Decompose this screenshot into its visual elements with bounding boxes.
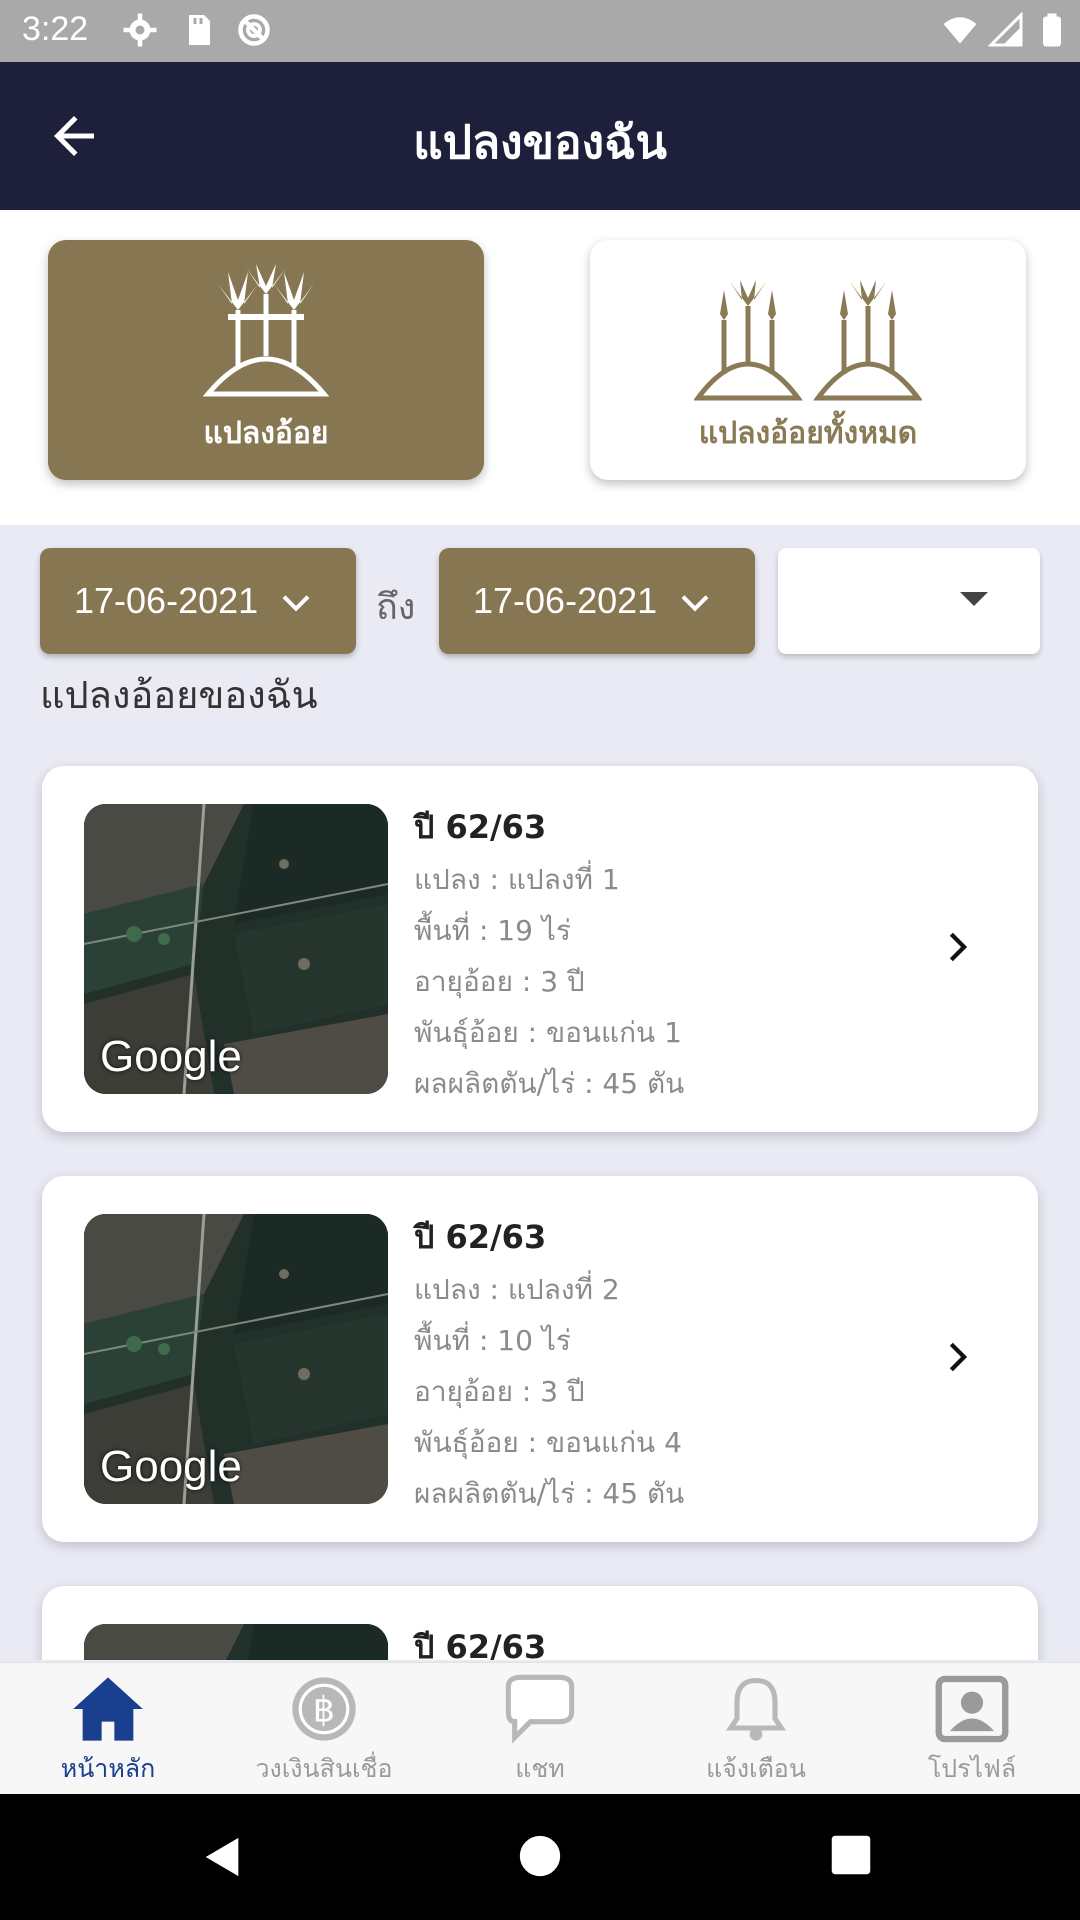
satellite-map-thumbnail xyxy=(84,1624,388,1660)
section-title: แปลงอ้อยของฉัน xyxy=(40,673,318,717)
date-to-value: 17-06-2021 xyxy=(473,580,658,621)
nav-notifications[interactable]: แจ้งเตือน xyxy=(648,1663,864,1795)
map-attribution: Google xyxy=(100,1032,242,1081)
card-year: ปี 62/63 xyxy=(414,1628,547,1660)
dropdown-triangle-icon xyxy=(960,592,988,606)
nav-chat-label: แชท xyxy=(515,1754,565,1783)
plot-type-toggle: แปลงอ้อย แปลงอ้อยทั้งหมด xyxy=(0,210,1080,525)
plot-list: Google ปี 62/63 แปลง : แปลงที่ 1 พื้นที่… xyxy=(0,760,1080,1660)
card-year: ปี 62/63 xyxy=(414,808,547,846)
sugarcane-plot-icon xyxy=(202,264,330,397)
home-icon xyxy=(73,1677,143,1741)
system-recents-icon[interactable] xyxy=(830,1834,872,1876)
plot-card[interactable]: ปี 62/63 xyxy=(42,1586,1038,1660)
wifi-icon xyxy=(943,17,977,44)
cell-signal-icon xyxy=(988,12,1023,47)
card-age: อายุอ้อย : 3 ปี xyxy=(414,1375,585,1408)
card-plot: แปลง : แปลงที่ 1 xyxy=(414,863,620,896)
chevron-right-icon xyxy=(949,1342,968,1372)
date-to-picker[interactable]: 17-06-2021 xyxy=(439,548,755,654)
nav-profile-label: โปรไฟล์ xyxy=(927,1754,1017,1783)
toggle-my-plots-label: แปลงอ้อย xyxy=(203,416,329,451)
data-saver-icon xyxy=(238,14,270,46)
system-home-icon[interactable] xyxy=(518,1834,562,1878)
chevron-down-icon xyxy=(282,595,310,612)
chat-icon xyxy=(505,1674,575,1744)
card-variety: พันธุ์อ้อย : ขอนแก่น 1 xyxy=(414,1016,682,1049)
map-attribution: Google xyxy=(100,1442,242,1491)
status-bar: 3:22 xyxy=(0,0,1080,62)
settings-gear-icon xyxy=(123,13,157,47)
nav-notifications-label: แจ้งเตือน xyxy=(706,1754,806,1783)
nav-credit-label: วงเงินสินเชื่อ xyxy=(255,1754,393,1783)
card-variety: พันธุ์อ้อย : ขอนแก่น 4 xyxy=(414,1426,682,1459)
card-plot: แปลง : แปลงที่ 2 xyxy=(414,1273,620,1306)
date-range-to-label: ถึง xyxy=(376,587,416,628)
system-back-icon[interactable] xyxy=(200,1834,246,1880)
app-bar: แปลงของฉัน xyxy=(0,62,1080,210)
sd-card-icon xyxy=(189,15,210,45)
card-year: ปี 62/63 xyxy=(414,1218,547,1256)
card-yield: ผลผลิตตัน/ไร่ : 45 ตัน xyxy=(414,1067,685,1100)
toggle-all-plots[interactable]: แปลงอ้อยทั้งหมด xyxy=(590,240,1026,480)
svg-text:฿: ฿ xyxy=(313,1691,335,1731)
bottom-navigation: หน้าหลัก ฿ วงเงินสินเชื่อ แชท แจ้งเตือน … xyxy=(0,1662,1080,1794)
card-age: อายุอ้อย : 3 ปี xyxy=(414,965,585,998)
toggle-active-indicator xyxy=(0,522,540,525)
battery-icon xyxy=(1043,13,1061,47)
card-area: พื้นที่ : 10 ไร่ xyxy=(414,1324,571,1357)
status-time: 3:22 xyxy=(22,10,89,48)
card-area: พื้นที่ : 19 ไร่ xyxy=(414,914,571,947)
date-from-value: 17-06-2021 xyxy=(74,580,259,621)
system-navigation-bar xyxy=(0,1794,1080,1920)
nav-profile[interactable]: โปรไฟล์ xyxy=(864,1663,1080,1795)
toggle-my-plots[interactable]: แปลงอ้อย xyxy=(48,240,484,480)
profile-icon xyxy=(935,1675,1009,1743)
card-yield: ผลผลิตตัน/ไร่ : 45 ตัน xyxy=(414,1477,685,1510)
satellite-map-image xyxy=(84,1624,388,1660)
nav-credit[interactable]: ฿ วงเงินสินเชื่อ xyxy=(216,1663,432,1795)
plot-card[interactable]: Google ปี 62/63 แปลง : แปลงที่ 2 พื้นที่… xyxy=(42,1176,1038,1542)
date-filter-bar: 17-06-2021 ถึง 17-06-2021 xyxy=(0,548,1080,654)
plot-card[interactable]: Google ปี 62/63 แปลง : แปลงที่ 1 พื้นที่… xyxy=(42,766,1038,1132)
satellite-map-thumbnail: Google xyxy=(84,804,388,1094)
season-select[interactable] xyxy=(778,548,1040,654)
nav-chat[interactable]: แชท xyxy=(432,1663,648,1795)
toggle-all-plots-label: แปลงอ้อยทั้งหมด xyxy=(698,416,918,451)
chevron-down-icon xyxy=(681,595,709,612)
satellite-map-thumbnail: Google xyxy=(84,1214,388,1504)
all-sugarcane-plots-icon xyxy=(694,280,922,401)
baht-coin-icon: ฿ xyxy=(292,1677,356,1741)
page-title: แปลงของฉัน xyxy=(413,115,667,169)
nav-home-label: หน้าหลัก xyxy=(60,1754,156,1783)
bell-icon xyxy=(725,1677,787,1741)
chevron-right-icon xyxy=(949,932,968,962)
nav-home[interactable]: หน้าหลัก xyxy=(0,1663,216,1795)
date-from-picker[interactable]: 17-06-2021 xyxy=(40,548,356,654)
